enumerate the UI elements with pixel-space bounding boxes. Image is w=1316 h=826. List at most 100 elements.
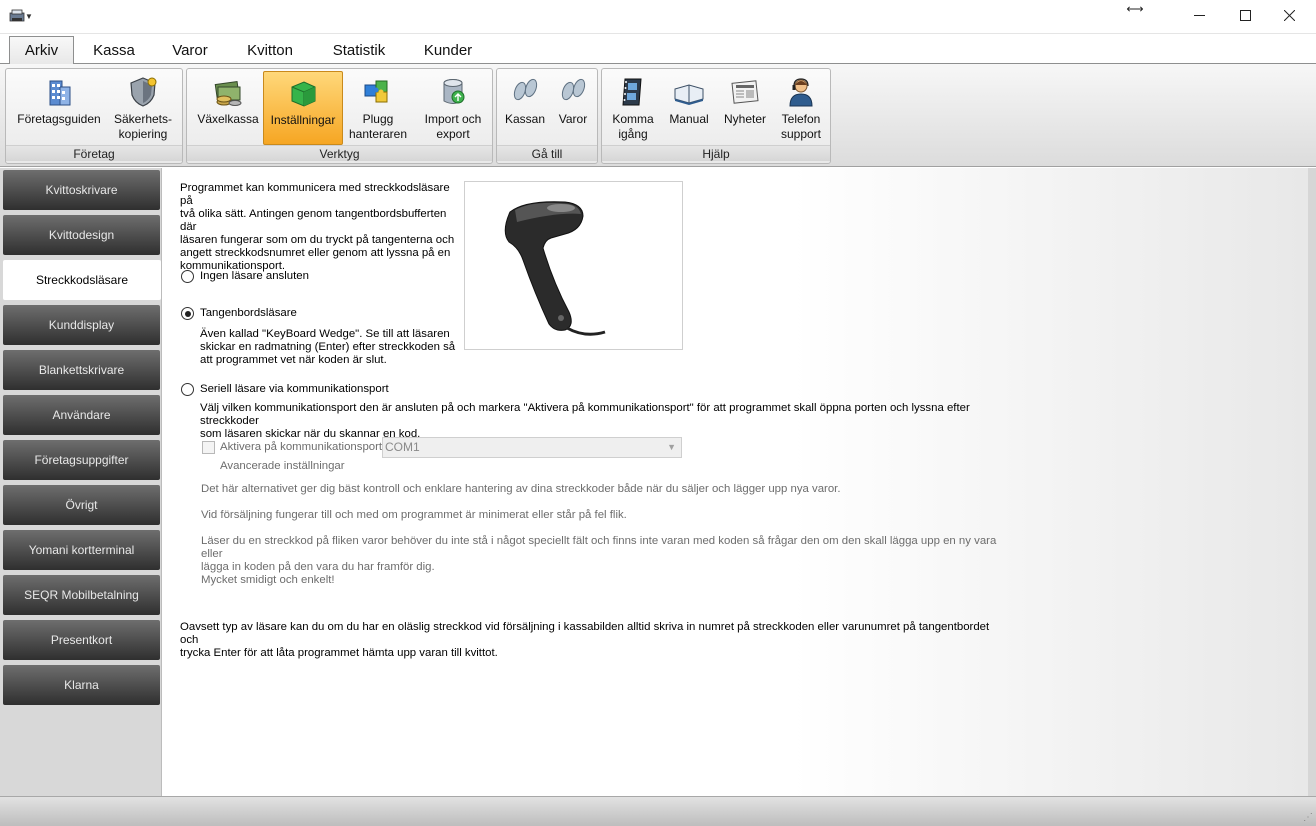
foretagsguiden-label: Företagsguiden [17,112,101,126]
installningar-label: Inställningar [270,113,336,127]
radio-serial-reader[interactable] [181,383,194,396]
footer-line: trycka Enter för att låta programmet häm… [180,647,498,659]
komma-igang-label-line2: igång [618,127,648,141]
building-icon [49,80,71,106]
tab-arkiv[interactable]: Arkiv [9,36,74,64]
tab-kassa[interactable]: Kassa [82,36,146,64]
ribbon: Företagsguiden Säkerhets- kopiering Före… [0,63,1316,167]
group-label-hjalp: Hjälp [602,145,830,161]
telefon-support-button[interactable]: Telefon support [774,71,828,145]
sakerhetskopiering-button[interactable]: Säkerhets- kopiering [108,71,178,145]
group-label-gatill: Gå till [497,145,597,161]
import-export-button[interactable]: Import och export [415,71,491,145]
ribbon-group-hjalp: Komma igång Manual Nyheter Telefon suppo… [601,68,831,164]
status-bar: ⋰ [0,796,1316,826]
newspaper-icon [731,80,759,104]
sidebar-item-foretagsuppgifter[interactable]: Företagsuppgifter [3,440,160,480]
info-minimized-text: Vid försäljning fungerar till och med om… [201,509,627,521]
cash-icon [214,80,242,106]
intro-line: två olika sätt. Antingen genom tangentbo… [180,208,447,233]
sidebar-item-anvandare[interactable]: Användare [3,395,160,435]
serial-desc-line: Välj vilken kommunikationsport den är an… [200,402,970,427]
sidebar-item-seqr-mobilbetalning[interactable]: SEQR Mobilbetalning [3,575,160,615]
plugghanteraren-label-line1: Plugg [362,112,394,126]
ribbon-group-gatill: Kassan Varor Gå till [496,68,598,164]
title-bar: ▼ ⟷ [0,0,1316,34]
keyboard-desc-line: skickar en radmatning (Enter) efter stre… [200,341,456,353]
activate-com-port-checkbox[interactable] [202,441,215,454]
tab-statistik[interactable]: Statistik [320,36,398,64]
tab-varor[interactable]: Varor [158,36,222,64]
sidebar-item-blankettskrivare[interactable]: Blankettskrivare [3,350,160,390]
footprints-icon [561,78,586,101]
sidebar-item-ovrigt[interactable]: Övrigt [3,485,160,525]
manual-button[interactable]: Manual [662,71,716,145]
serial-reader-description: Välj vilken kommunikationsport den är an… [200,402,1000,441]
app-icon[interactable] [8,8,26,24]
ribbon-group-verktyg: Växelkassa Inställningar Plugg hanterare… [186,68,493,164]
barcode-reader-settings-panel: Programmet kan kommunicera med streckkod… [162,168,1308,796]
kassan-button[interactable]: Kassan [501,71,549,145]
puzzle-icon [364,80,388,103]
sidebar-item-yomani-kortterminal[interactable]: Yomani kortterminal [3,530,160,570]
info-products-line: Läser du en streckkod på fliken varor be… [201,535,997,560]
tab-kunder[interactable]: Kunder [410,36,486,64]
nyheter-button[interactable]: Nyheter [718,71,772,145]
radio-serial-reader-label[interactable]: Seriell läsare via kommunikationsport [200,383,389,396]
telefon-support-label-line2: support [780,127,822,141]
advanced-settings-link[interactable]: Avancerade inställningar [220,460,345,473]
plugghanteraren-label-line2: hanteraren [348,127,408,141]
installningar-button[interactable]: Inställningar [263,71,343,145]
close-button[interactable] [1266,0,1312,30]
info-products-line: lägga in koden på den vara du har framfö… [201,561,435,573]
radio-no-reader-label[interactable]: Ingen läsare ansluten [200,270,309,283]
activate-com-port-label[interactable]: Aktivera på kommunikationsport: [220,441,385,454]
footer-line: Oavsett typ av läsare kan du om du har e… [180,621,990,646]
intro-text: Programmet kan kommunicera med streckkod… [180,182,460,273]
nyheter-label: Nyheter [723,112,767,126]
sidebar-item-kvittoskrivare[interactable]: Kvittoskrivare [3,170,160,210]
radio-keyboard-reader-label[interactable]: Tangenbordsläsare [200,307,297,320]
group-label-foretag: Företag [6,145,182,161]
sidebar-item-kvittodesign[interactable]: Kvittodesign [3,215,160,255]
sidebar-item-presentkort[interactable]: Presentkort [3,620,160,660]
quick-access-dropdown-icon[interactable]: ▼ [25,12,33,21]
foretagsguiden-button[interactable]: Företagsguiden [14,71,104,145]
support-person-icon [789,78,813,107]
com-port-value: COM1 [385,440,420,454]
intro-line: läsaren fungerar som om du tryckt på tan… [180,234,455,246]
info-simple-text: Mycket smidigt och enkelt! [201,574,335,586]
vaxelkassa-label: Växelkassa [197,112,259,126]
settings-box-icon [291,81,316,107]
com-port-select[interactable]: COM1 ▼ [382,437,682,458]
keyboard-reader-description: Även kallad "KeyBoard Wedge". Se till at… [200,328,460,367]
sidebar-item-streckkodslasare[interactable]: Streckkodsläsare [3,260,161,300]
sidebar-item-klarna[interactable]: Klarna [3,665,160,705]
plugghanteraren-button[interactable]: Plugg hanteraren [343,71,413,145]
keyboard-desc-line: Även kallad "KeyBoard Wedge". Se till at… [200,328,450,340]
resize-icon[interactable]: ⟷ [1112,0,1158,24]
ribbon-tabs: Arkiv Kassa Varor Kvitton Statistik Kund… [0,34,1316,64]
kassan-label: Kassan [504,112,546,126]
radio-keyboard-reader[interactable] [181,307,194,320]
varor-button[interactable]: Varor [549,71,597,145]
settings-sidebar: Kvittoskrivare Kvittodesign Streckkodslä… [0,168,162,796]
tab-kvitton[interactable]: Kvitton [232,36,308,64]
resize-grip-icon[interactable]: ⋰ [1303,812,1313,823]
film-icon [622,78,642,106]
sidebar-item-kunddisplay[interactable]: Kunddisplay [3,305,160,345]
footprints-icon [513,78,538,101]
komma-igang-button[interactable]: Komma igång [606,71,660,145]
vaxelkassa-button[interactable]: Växelkassa [193,71,263,145]
intro-line: angett streckkodsnumret eller genom att … [180,247,451,259]
keyboard-desc-line: att programmet vet när koden är slut. [200,354,387,366]
radio-no-reader[interactable] [181,270,194,283]
maximize-button[interactable] [1222,0,1268,30]
barcode-scanner-image [464,181,683,350]
window-right-edge [1308,168,1316,796]
varor-label: Varor [558,112,588,126]
footer-note: Oavsett typ av läsare kan du om du har e… [180,621,1000,660]
minimize-button[interactable] [1176,0,1222,30]
komma-igang-label-line1: Komma [612,112,654,126]
barcode-scanner-icon [504,201,606,336]
